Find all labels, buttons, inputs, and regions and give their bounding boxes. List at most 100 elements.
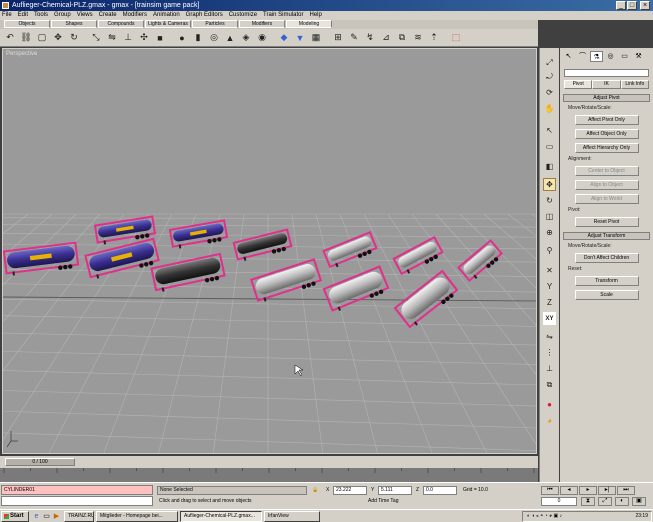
minimize-button[interactable]: _ [616,1,626,10]
modify-tab-icon[interactable]: ⌒ [576,51,589,62]
align-to-object-button[interactable]: Align to Object [574,180,639,190]
render-icon[interactable]: ▼ [293,31,307,45]
media-quicklaunch-icon[interactable]: ▶ [52,512,61,521]
maxscript-listener-top[interactable]: CYLINDER01 [1,485,153,495]
menu-help[interactable]: Help [310,11,322,20]
field-of-view-icon[interactable]: ◐ [615,497,629,506]
select-move-icon[interactable]: ✥ [543,178,556,191]
viewport-label[interactable]: Perspective [6,51,37,57]
material-sphere-icon[interactable]: ● [543,398,556,411]
tab-modifiers[interactable]: Modifiers [239,20,285,28]
align-strip-icon[interactable]: ⊥ [543,362,556,375]
zoom-extents-icon[interactable]: ⤢ [598,497,612,506]
menu-modifiers[interactable]: Modifiers [123,11,147,20]
reset-transform-button[interactable]: Transform [574,276,639,286]
goto-end-icon[interactable]: ⏭ [617,486,635,495]
add-time-tag[interactable]: Add Time Tag [368,497,408,506]
tab-compounds[interactable]: Compounds [98,20,144,28]
torus-create-icon[interactable]: ◎ [207,31,221,45]
time-slider[interactable]: 0 / 100 [0,456,538,468]
tube-create-icon[interactable]: ◉ [255,31,269,45]
render-teapot-icon[interactable]: ◕ [543,414,556,427]
export-icon[interactable]: ⬚ [449,31,463,45]
taskbar-item-gmax[interactable]: Auflieger-Chemical-PLZ.gmax... [180,511,262,522]
uvw-map-icon[interactable]: ⧉ [395,31,409,45]
maxscript-listener-bottom[interactable] [1,496,153,506]
track-bar[interactable] [0,468,538,482]
zoom-icon[interactable]: ⤢ [543,56,556,69]
sphere-create-icon[interactable]: ● [175,31,189,45]
menu-animation[interactable]: Animation [153,11,180,20]
arc-rotate-icon[interactable]: ⟳ [543,86,556,99]
region-select-icon[interactable]: ▭ [543,140,556,153]
rotate-icon[interactable]: ↻ [67,31,81,45]
close-button[interactable]: × [640,1,650,10]
z-axis-icon[interactable]: Z [543,296,556,309]
menu-tools[interactable]: Tools [34,11,48,20]
named-selection-icon[interactable]: ⧉ [543,378,556,391]
snap-icon[interactable]: ✣ [137,31,151,45]
cylinder-create-icon[interactable]: ▮ [191,31,205,45]
reset-pivot-button[interactable]: Reset Pivot [574,217,639,227]
reset-scale-button[interactable]: Scale [574,290,639,300]
menu-train-simulator[interactable]: Train Simulator [263,11,303,20]
lock-selection-icon[interactable]: 🔒 [312,486,318,495]
select-scale-icon[interactable]: ◫ [543,210,556,223]
time-slider-knob[interactable]: 0 / 100 [5,458,75,466]
smooth-icon[interactable]: ≋ [411,31,425,45]
select-rotate-icon[interactable]: ↻ [543,194,556,207]
mirror-icon[interactable]: ⇋ [105,31,119,45]
select-link-icon[interactable]: ⛓ [19,31,33,45]
min-max-toggle-icon[interactable]: ▣ [632,497,646,506]
menu-views[interactable]: Views [77,11,93,20]
motion-tab-icon[interactable]: ◎ [604,51,617,62]
affect-object-only-button[interactable]: Affect Object Only [574,129,639,139]
align-to-world-button[interactable]: Align to World [574,194,639,204]
play-icon[interactable]: ▸ [579,486,597,495]
material-editor-icon[interactable]: ◆ [277,31,291,45]
bend-modifier-icon[interactable]: ↯ [363,31,377,45]
tab-objects[interactable]: Objects [4,20,50,28]
link-info-button[interactable]: Link Info [620,80,649,89]
center-to-object-button[interactable]: Center to Object [574,166,639,176]
start-button[interactable]: Start [1,511,29,522]
tab-particles[interactable]: Particles [192,20,238,28]
menu-create[interactable]: Create [99,11,117,20]
box-create-icon[interactable]: ■ [153,31,167,45]
ik-button[interactable]: IK [592,80,621,89]
cone-create-icon[interactable]: ▲ [223,31,237,45]
menu-file[interactable]: File [2,11,12,20]
menu-graph-editors[interactable]: Graph Editors [186,11,223,20]
scale-icon[interactable]: ⤡ [89,31,103,45]
tab-shapes[interactable]: Shapes [51,20,97,28]
perspective-viewport[interactable]: Perspective [2,48,537,454]
display-tab-icon[interactable]: ▭ [618,51,631,62]
select-arrow-icon[interactable]: ↖ [543,124,556,137]
maximize-button[interactable]: □ [627,1,637,10]
x-coord-field[interactable]: 23.222 [333,486,367,495]
hierarchy-tab-icon[interactable]: ⚗ [590,51,603,62]
prev-frame-icon[interactable]: ◂ [560,486,578,495]
tab-modeling[interactable]: Modeling [286,20,332,28]
create-tab-icon[interactable]: ↖ [562,51,575,62]
pivot-button[interactable]: Pivot [564,80,593,89]
menu-edit[interactable]: Edit [18,11,28,20]
affect-pivot-only-button[interactable]: Affect Pivot Only [574,115,639,125]
mirror-strip-icon[interactable]: ⇋ [543,330,556,343]
adjust-transform-rollout[interactable]: Adjust Transform [563,232,650,240]
time-config-icon[interactable]: ⧗ [581,497,595,506]
taskbar-item-irfanview[interactable]: IrfanView [264,511,320,522]
grid-icon[interactable]: ▦ [309,31,323,45]
window-crossing-icon[interactable]: ◧ [543,160,556,173]
zoom-all-icon[interactable]: ⤾ [543,70,556,83]
pan-icon[interactable]: ✋ [543,102,556,115]
edit-spline-icon[interactable]: ✎ [347,31,361,45]
array-icon[interactable]: ⋮ [543,346,556,359]
tab-lights-cameras[interactable]: Lights & Cameras [145,20,191,28]
move-icon[interactable]: ✥ [51,31,65,45]
desktop-quicklaunch-icon[interactable]: ▭ [42,512,51,521]
x-axis-icon[interactable]: ✕ [543,264,556,277]
geosphere-create-icon[interactable]: ◈ [239,31,253,45]
tray-icons[interactable]: ◐ ◑ ◒ ◓ ◔ ◕ ▣ ♪ [527,512,562,521]
y-coord-field[interactable]: 5.111 [378,486,412,495]
